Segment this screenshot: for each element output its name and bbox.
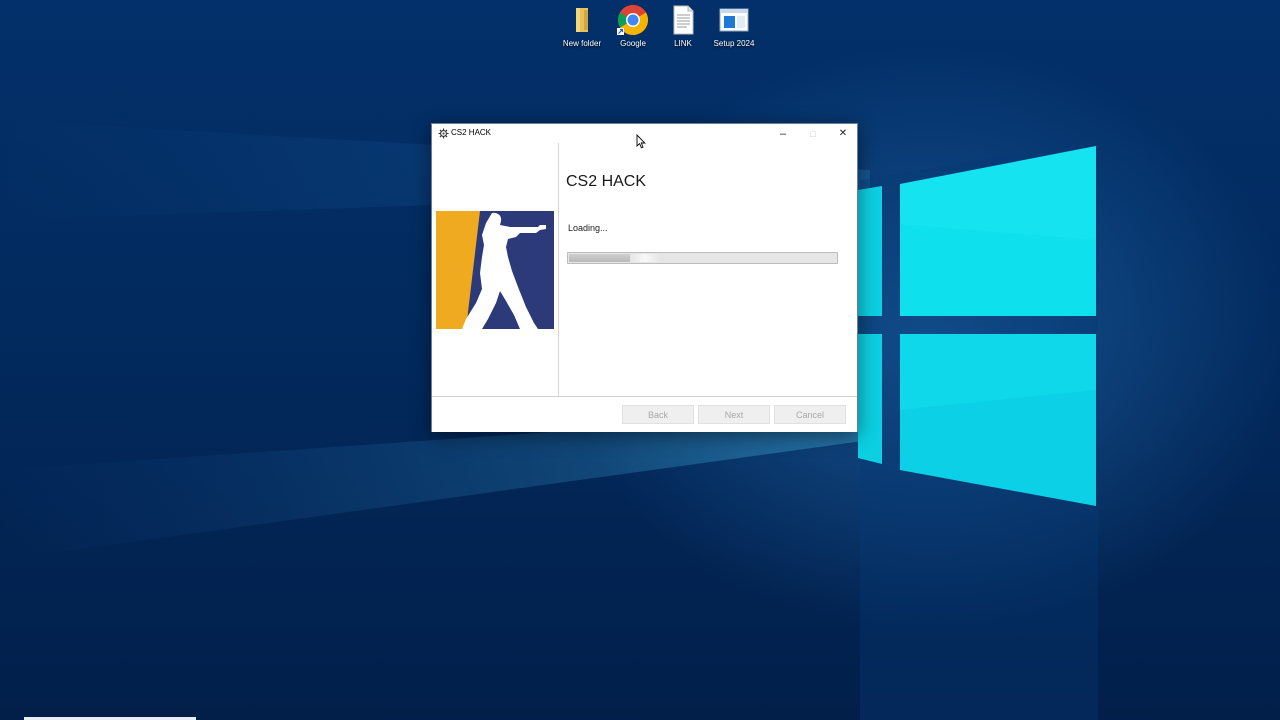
next-button[interactable]: Next (698, 405, 770, 424)
desktop-icon-label: New folder (562, 39, 602, 48)
gear-icon (438, 128, 449, 139)
desktop-icon-label: Setup 2024 (713, 39, 755, 48)
desktop-icon-label: LINK (674, 39, 692, 48)
main-panel: CS2 HACK Loading... (559, 143, 857, 396)
mouse-cursor-icon (636, 134, 646, 149)
button-footer: Back Next Cancel (432, 396, 857, 432)
folder-icon (566, 4, 598, 36)
left-panel (432, 143, 559, 396)
desktop-icon-label: Google (620, 39, 646, 48)
loading-status-text: Loading... (568, 223, 608, 233)
maximize-icon: □ (810, 128, 816, 139)
minimize-icon: – (779, 127, 787, 140)
page-title: CS2 HACK (566, 173, 647, 190)
counter-strike-logo (436, 211, 554, 329)
progress-fill (569, 254, 630, 262)
desktop-icon-setup-2024[interactable]: Setup 2024 (704, 4, 764, 60)
close-button[interactable]: ✕ (828, 124, 858, 143)
window-title: CS2 HACK (451, 128, 492, 137)
cancel-button[interactable]: Cancel (774, 405, 846, 424)
text-file-icon (667, 4, 699, 36)
installer-window: CS2 HACK – □ ✕ CS2 HACK Loading... Back … (431, 123, 858, 432)
progress-shine (630, 254, 660, 262)
loading-progress-bar (567, 252, 838, 264)
back-button[interactable]: Back (622, 405, 694, 424)
setup-window-icon (718, 4, 750, 36)
close-icon: ✕ (838, 128, 848, 139)
maximize-button[interactable]: □ (798, 124, 828, 143)
minimize-button[interactable]: – (768, 124, 798, 143)
chrome-icon (617, 4, 649, 36)
